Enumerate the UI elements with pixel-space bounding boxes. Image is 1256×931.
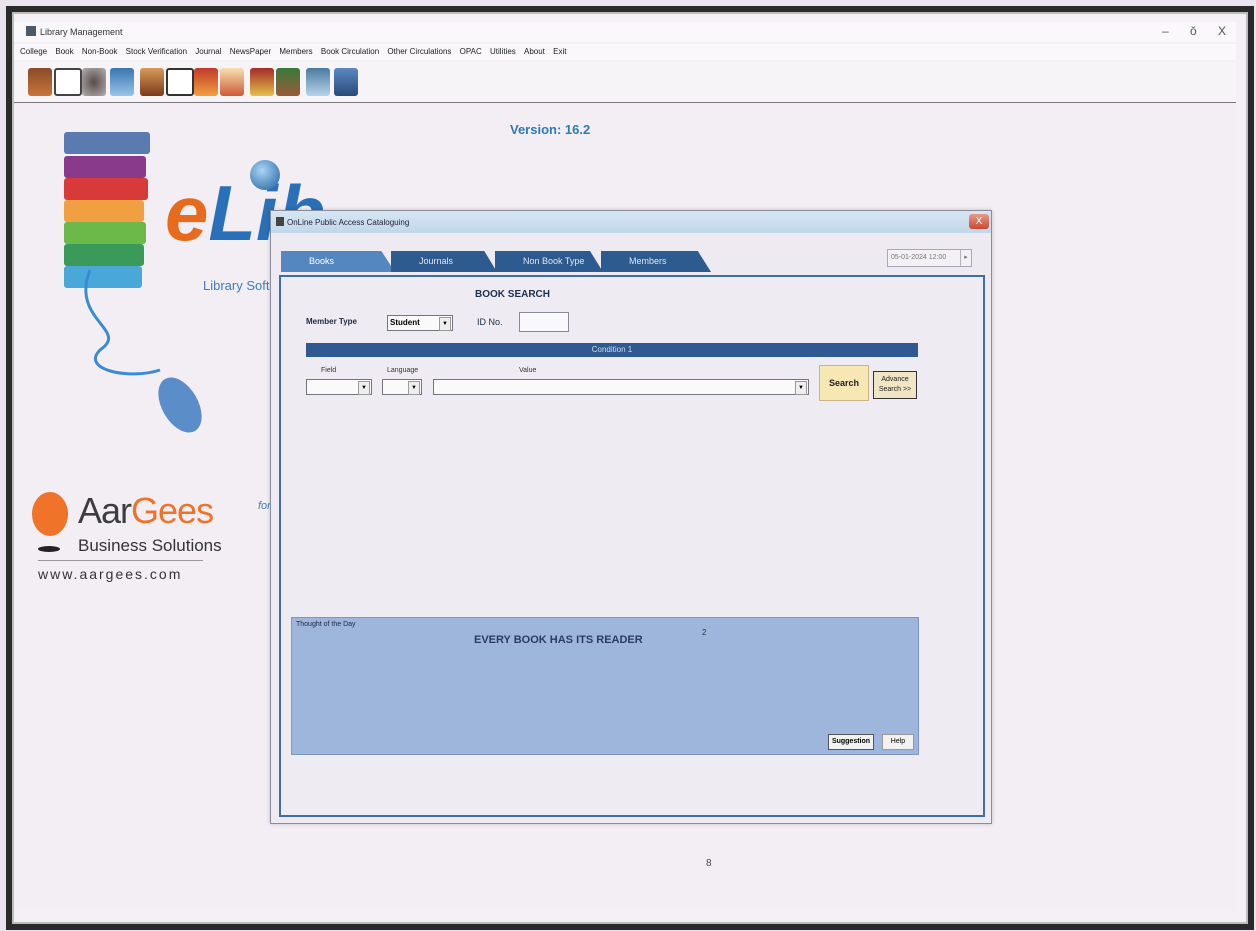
return-book-icon[interactable] — [220, 68, 244, 96]
for-label: for — [258, 500, 271, 512]
id-card-icon[interactable] — [166, 68, 194, 96]
tab-books[interactable]: Books — [281, 251, 395, 272]
tab-members[interactable]: Members — [601, 251, 711, 272]
member-type-label: Member Type — [306, 317, 357, 326]
version-label: Version: 16.2 — [510, 122, 591, 137]
company-subtitle: Business Solutions — [78, 536, 222, 555]
dialog-titlebar: OnLine Public Access Cataloguing X — [271, 211, 991, 233]
dialog-app-icon — [276, 217, 284, 226]
mouse-illustration — [84, 269, 202, 433]
chevron-down-icon[interactable]: ▼ — [795, 381, 807, 395]
book-search-heading: BOOK SEARCH — [475, 289, 551, 300]
page-number: 8 — [706, 858, 712, 869]
calendar-icon[interactable] — [54, 68, 82, 96]
menu-book-circulation[interactable]: Book Circulation — [321, 47, 379, 56]
menu-college[interactable]: College — [20, 47, 47, 56]
value-select[interactable]: ▼ — [433, 379, 809, 395]
company-url: www.aargees.com — [38, 566, 183, 582]
chevron-down-icon[interactable]: ▼ — [439, 317, 451, 331]
language-label: Language — [387, 367, 419, 374]
menu-non-book[interactable]: Non-Book — [82, 47, 118, 56]
search-button[interactable]: Search — [819, 365, 869, 401]
datetime-value: 05-01-2024 12:00 — [891, 254, 947, 261]
help-icon[interactable] — [334, 68, 358, 96]
dialog-title: OnLine Public Access Cataloguing — [287, 218, 410, 227]
menu-other-circulations[interactable]: Other Circulations — [387, 47, 451, 56]
value-label: Value — [519, 367, 537, 374]
dialog-close-button[interactable]: X — [969, 214, 989, 229]
tab-non-book-type[interactable]: Non Book Type — [495, 251, 603, 272]
thought-of-day-panel: Thought of the Day 2 EVERY BOOK HAS ITS … — [291, 617, 919, 755]
aargees-logo-base — [38, 546, 60, 552]
report-icon[interactable] — [306, 68, 330, 96]
chevron-down-icon[interactable]: ▼ — [358, 381, 370, 395]
help-button[interactable]: Help — [882, 734, 914, 750]
window-titlebar: Library Management – ŏ X — [14, 22, 1236, 42]
tools-icon[interactable] — [82, 68, 106, 96]
globe-icon — [250, 160, 280, 190]
advance-search-button[interactable]: Advance Search >> — [873, 371, 917, 399]
company-name-first: Aar — [78, 490, 132, 531]
minimize-button[interactable]: – — [1162, 24, 1169, 38]
app-icon — [26, 26, 36, 36]
thought-text: EVERY BOOK HAS ITS READER — [474, 634, 643, 646]
menu-newspaper[interactable]: NewsPaper — [230, 47, 271, 56]
chevron-down-icon[interactable]: ▼ — [408, 381, 420, 395]
tab-journals[interactable]: Journals — [391, 251, 497, 272]
field-label: Field — [321, 367, 337, 374]
member-icon[interactable] — [140, 68, 164, 96]
field-select[interactable]: ▼ — [306, 379, 372, 395]
id-no-input[interactable] — [519, 312, 569, 332]
elib-logo-e: e — [165, 169, 209, 257]
menu-stock-verification[interactable]: Stock Verification — [126, 47, 187, 56]
maximize-button[interactable]: ŏ — [1190, 24, 1197, 38]
journal-icon[interactable] — [250, 68, 274, 96]
thought-of-day-label: Thought of the Day — [296, 621, 356, 628]
spin-arrow-icon[interactable]: ▸ — [960, 250, 971, 266]
language-select[interactable]: ▼ — [382, 379, 422, 395]
menu-about[interactable]: About — [524, 47, 545, 56]
window-title: Library Management — [40, 27, 123, 37]
suggestion-button[interactable]: Suggestion — [828, 734, 874, 750]
search-person-icon[interactable] — [110, 68, 134, 96]
books-icon[interactable] — [28, 68, 52, 96]
id-no-label: ID No. — [477, 317, 503, 327]
menu-journal[interactable]: Journal — [195, 47, 221, 56]
menu-utilities[interactable]: Utilities — [490, 47, 516, 56]
company-name: AarGees — [78, 490, 214, 532]
book-search-panel: BOOK SEARCH Member Type Student ▼ ID No.… — [279, 275, 985, 817]
menu-opac[interactable]: OPAC — [460, 47, 482, 56]
close-button[interactable]: X — [1218, 24, 1226, 38]
menu-members[interactable]: Members — [279, 47, 312, 56]
thought-number: 2 — [702, 628, 707, 637]
aargees-logo-icon — [32, 492, 68, 536]
company-name-second: Gees — [131, 490, 214, 531]
library-software-label: Library Soft — [203, 278, 270, 293]
condition-bar: Condition 1 — [306, 343, 918, 357]
menu-bar: College Book Non-Book Stock Verification… — [14, 44, 1236, 60]
issue-book-icon[interactable] — [194, 68, 218, 96]
newspaper-icon[interactable] — [276, 68, 300, 96]
opac-dialog: OnLine Public Access Cataloguing X Books… — [270, 210, 992, 824]
toolbar — [14, 62, 1236, 103]
member-type-select[interactable]: Student ▼ — [387, 315, 453, 331]
company-divider — [38, 560, 203, 561]
menu-exit[interactable]: Exit — [553, 47, 566, 56]
advance-search-line1: Advance — [881, 376, 909, 383]
member-type-value: Student — [390, 318, 420, 327]
menu-book[interactable]: Book — [55, 47, 73, 56]
advance-search-line2: Search >> — [878, 386, 912, 393]
datetime-picker[interactable]: 05-01-2024 12:00 ▸ — [887, 249, 972, 267]
